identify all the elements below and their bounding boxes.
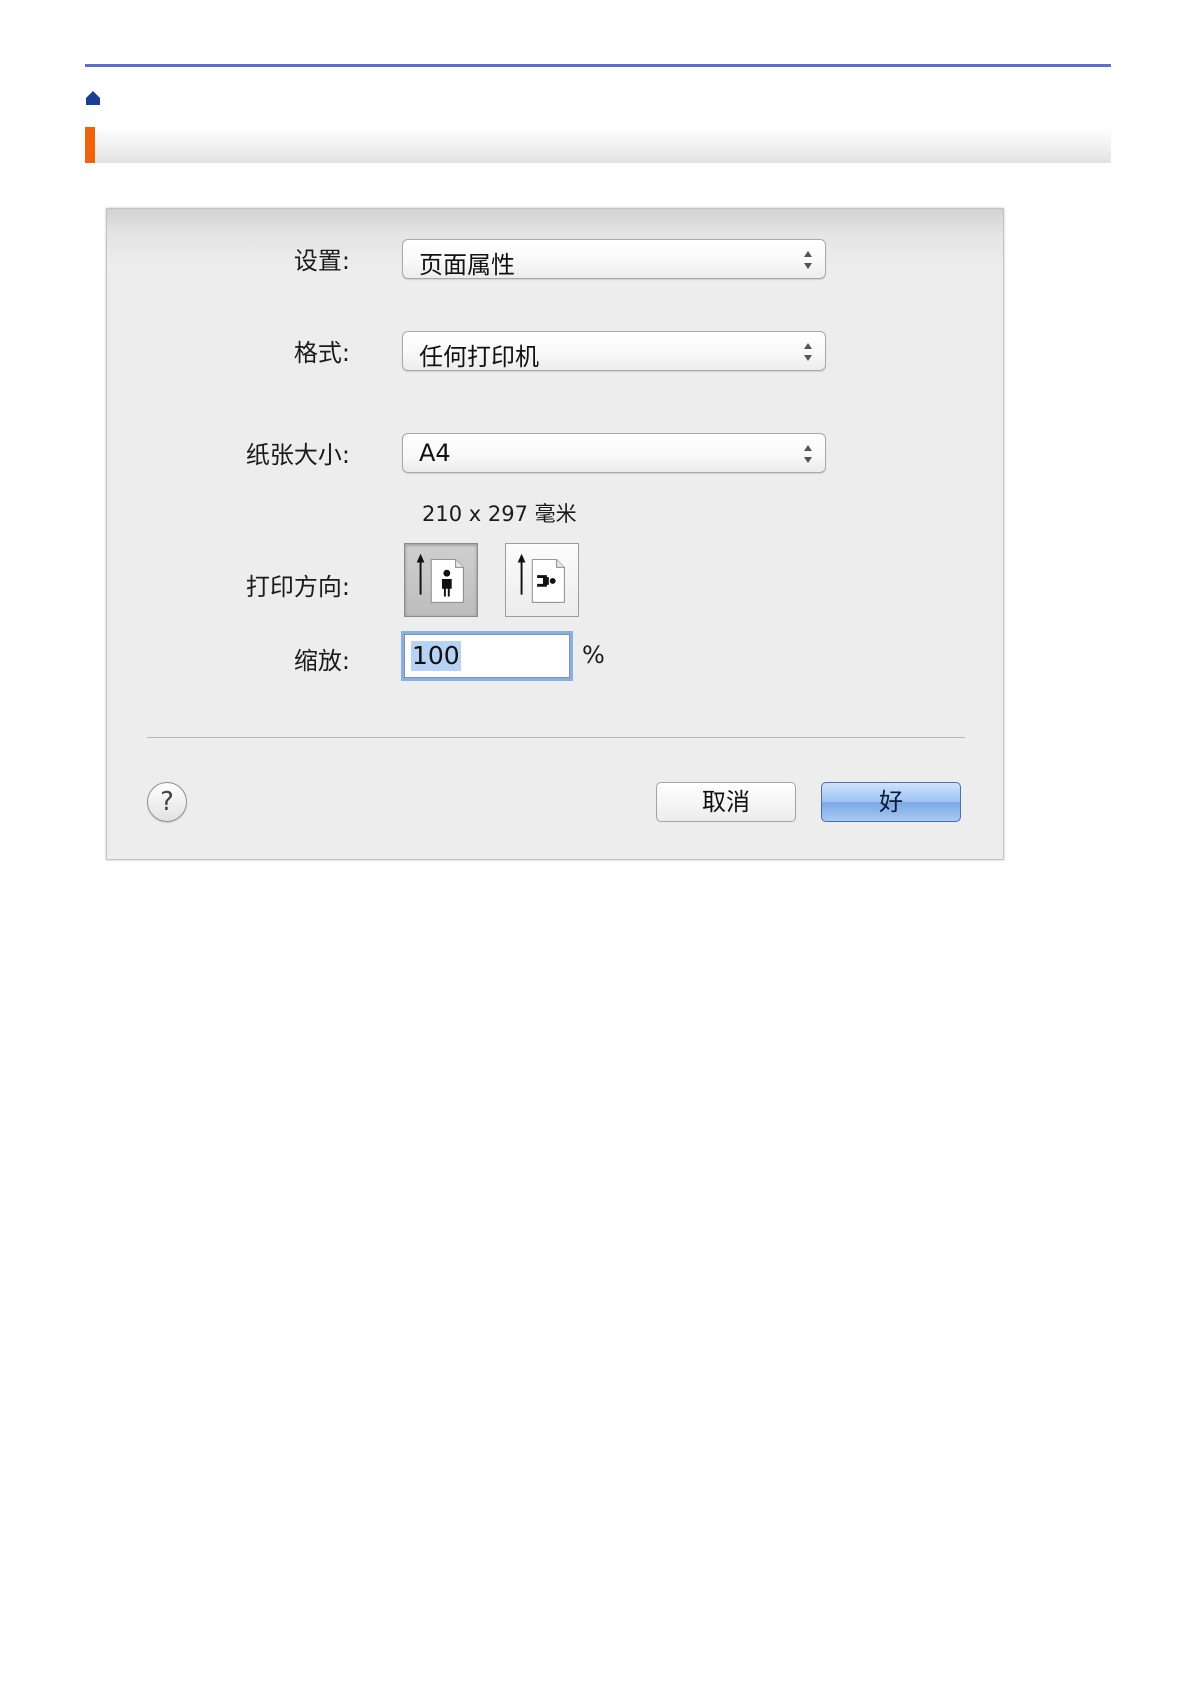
cancel-button[interactable]: 取消 bbox=[656, 782, 796, 822]
dialog-divider bbox=[147, 737, 965, 738]
popup-stepper-icon bbox=[804, 445, 812, 463]
settings-popup-value: 页面属性 bbox=[419, 251, 515, 279]
format-popup-value: 任何打印机 bbox=[419, 343, 539, 371]
popup-stepper-icon bbox=[804, 343, 812, 361]
scale-input[interactable]: 100 bbox=[404, 634, 570, 678]
home-icon[interactable] bbox=[85, 90, 101, 106]
page-setup-dialog: 设置: 页面属性 格式: 任何打印机 纸张大小: A4 210 x 297 毫米… bbox=[106, 208, 1004, 860]
paper-size-popup-value: A4 bbox=[419, 439, 451, 467]
section-heading-accent bbox=[85, 127, 95, 163]
ok-button[interactable]: 好 bbox=[821, 782, 961, 822]
section-heading-bar bbox=[85, 127, 1111, 163]
popup-stepper-icon bbox=[804, 251, 812, 269]
paper-dimensions: 210 x 297 毫米 bbox=[422, 502, 577, 526]
landscape-icon bbox=[517, 553, 565, 603]
portrait-icon bbox=[416, 553, 464, 603]
top-rule bbox=[85, 64, 1111, 67]
landscape-orientation-button[interactable] bbox=[505, 543, 579, 617]
portrait-orientation-button[interactable] bbox=[404, 543, 478, 617]
format-popup[interactable]: 任何打印机 bbox=[402, 331, 826, 371]
format-label: 格式: bbox=[293, 339, 350, 367]
scale-input-value: 100 bbox=[411, 641, 461, 671]
paper-size-label: 纸张大小: bbox=[245, 441, 350, 469]
help-button[interactable]: ? bbox=[147, 782, 187, 822]
paper-size-popup[interactable]: A4 bbox=[402, 433, 826, 473]
settings-label: 设置: bbox=[293, 247, 350, 275]
settings-popup[interactable]: 页面属性 bbox=[402, 239, 826, 279]
scale-unit: % bbox=[582, 641, 605, 669]
orientation-label: 打印方向: bbox=[245, 573, 350, 601]
scale-label: 缩放: bbox=[293, 647, 350, 675]
